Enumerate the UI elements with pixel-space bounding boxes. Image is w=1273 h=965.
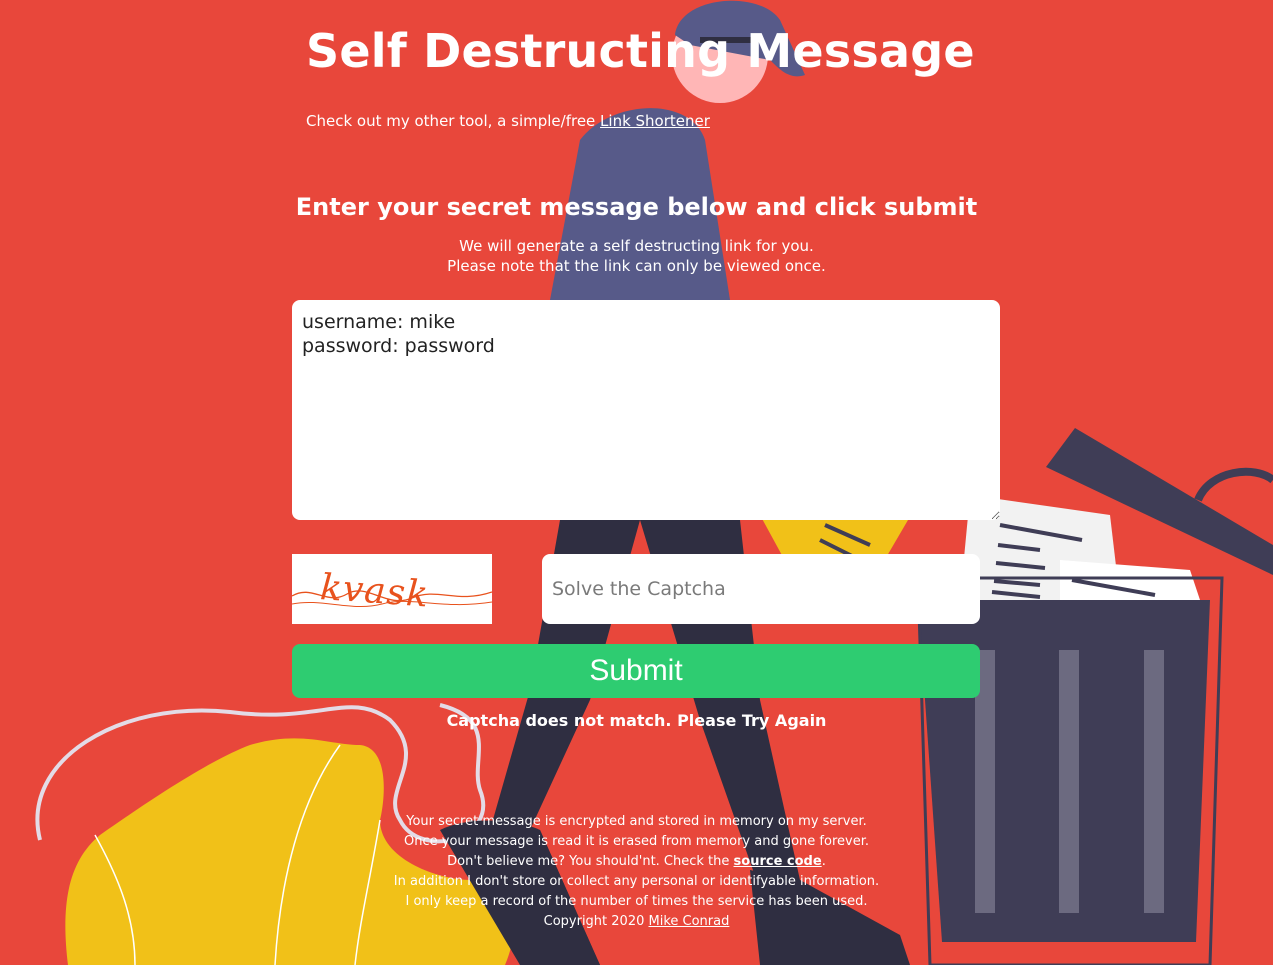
captcha-error-message: Captcha does not match. Please Try Again (446, 711, 827, 730)
author-link[interactable]: Mike Conrad (649, 914, 730, 929)
captcha-image: kvask (292, 554, 492, 624)
submit-button[interactable]: Submit (292, 644, 980, 698)
copyright-line: Copyright 2020 Mike Conrad (0, 912, 1273, 932)
promo-text: Check out my other tool, a simple/free L… (306, 111, 710, 131)
captcha-input[interactable] (542, 554, 980, 624)
footer-line5: I only keep a record of the number of ti… (405, 894, 868, 909)
footer-line3-prefix: Don't believe me? You should'nt. Check t… (447, 854, 734, 869)
footer-line3: Don't believe me? You should'nt. Check t… (0, 852, 1273, 872)
footer-line4: In addition I don't store or collect any… (393, 874, 880, 889)
secret-message-input[interactable] (292, 300, 1000, 520)
captcha-text: kvask (319, 567, 431, 615)
form-subtext-line2: Please note that the link can only be vi… (447, 257, 826, 275)
footer-line3-suffix: . (821, 854, 826, 869)
footer-line2: Once your message is read it is erased f… (404, 834, 869, 849)
promo-prefix: Check out my other tool, a simple/free (306, 112, 601, 130)
source-code-link[interactable]: source code (734, 854, 822, 869)
page-title: Self Destructing Message (306, 24, 975, 78)
copyright-prefix: Copyright 2020 (543, 914, 649, 929)
footer-line1: Your secret message is encrypted and sto… (406, 814, 867, 829)
footer: Your secret message is encrypted and sto… (0, 812, 1273, 932)
form-headline: Enter your secret message below and clic… (295, 193, 978, 221)
form-subtext-line1: We will generate a self destructing link… (459, 237, 814, 255)
link-shortener-link[interactable]: Link Shortener (600, 112, 710, 130)
page-content: Self Destructing Message Check out my ot… (0, 0, 1273, 965)
